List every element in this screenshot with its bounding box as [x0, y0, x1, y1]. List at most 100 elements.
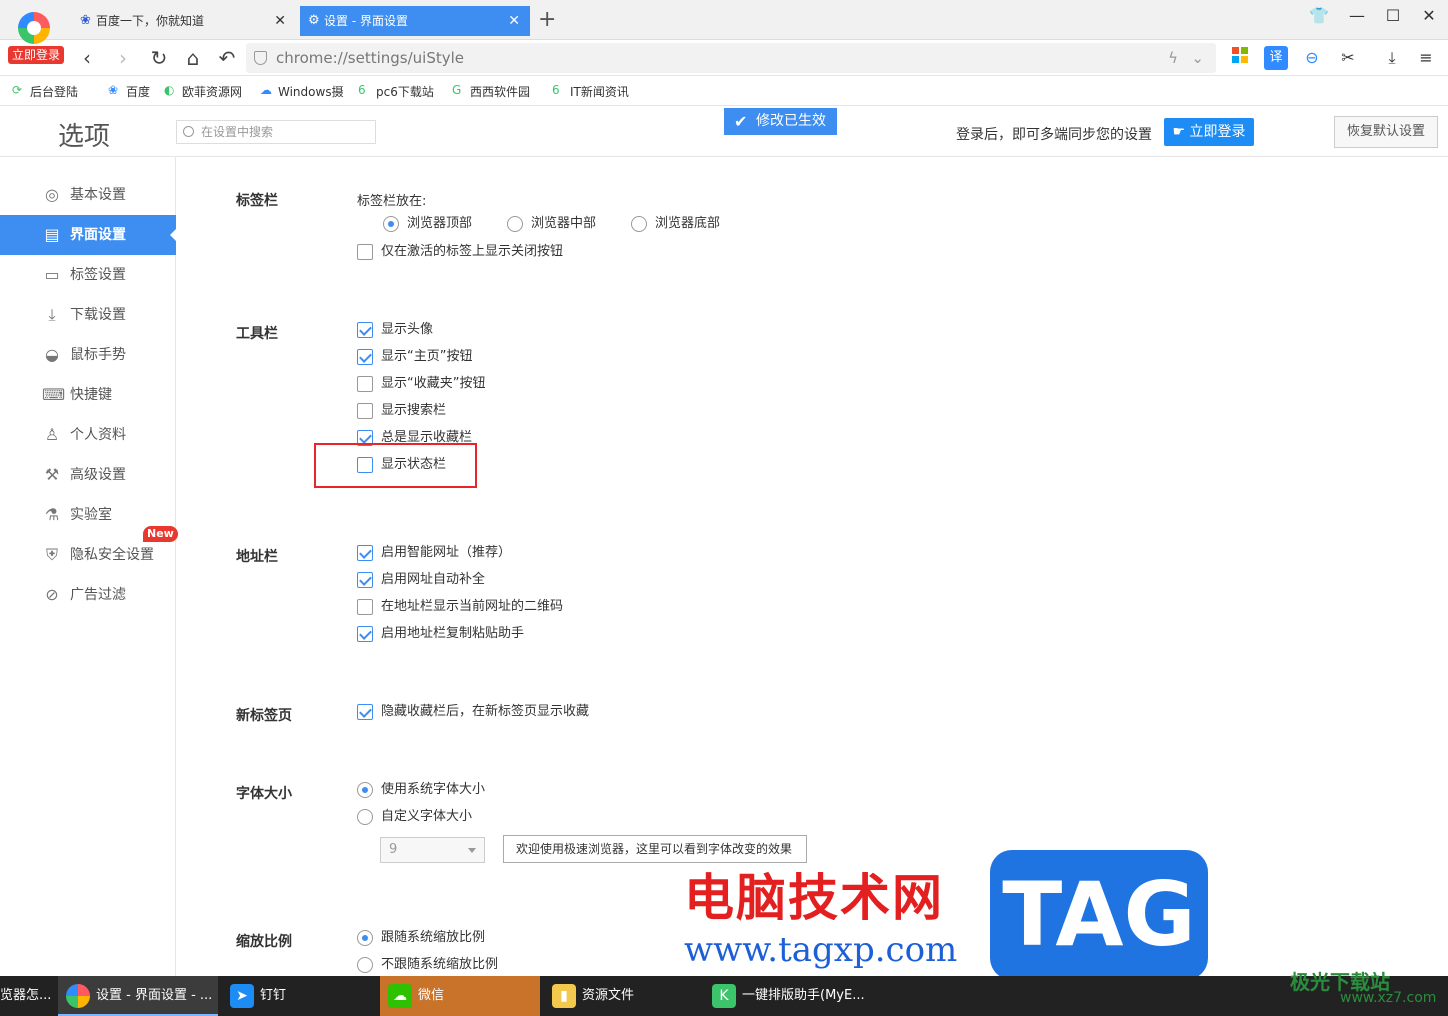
- minimize-button[interactable]: —: [1342, 6, 1372, 25]
- lightning-icon[interactable]: ϟ: [1168, 43, 1178, 73]
- section-title-addressbar: 地址栏: [236, 549, 278, 565]
- sidebar-item-adblock[interactable]: ⊘ 广告过滤: [0, 575, 176, 615]
- address-input[interactable]: chrome://settings/uiStyle ϟ ⌄: [246, 43, 1216, 73]
- radio-system-font[interactable]: 使用系统字体大小: [357, 781, 485, 801]
- settings-sidebar: ◎ 基本设置 ▤ 界面设置 ▭ 标签设置 ⤓ 下载设置 ◒ 鼠标手势 ⌨ 快捷键 ♙ 个人资料…: [0, 157, 178, 976]
- chevron-down-icon[interactable]: ⌄: [1191, 43, 1204, 73]
- radio-button[interactable]: [507, 216, 523, 232]
- sidebar-item-download[interactable]: ⤓ 下载设置: [0, 295, 176, 335]
- settings-content: 标签栏 标签栏放在: 浏览器顶部 浏览器中部 浏览器底部 仅在激活的标签上显示关…: [177, 157, 1448, 976]
- bookmark-item[interactable]: ❀ 百度: [108, 83, 150, 100]
- translate-icon[interactable]: 译: [1264, 46, 1288, 70]
- radio-tabbar-bottom[interactable]: 浏览器底部: [631, 215, 720, 235]
- undo-close-button[interactable]: ↶: [212, 44, 242, 72]
- radio-button[interactable]: [631, 216, 647, 232]
- home-button[interactable]: ⌂: [178, 44, 208, 72]
- tab-label: 百度一下，你就知道: [96, 14, 205, 28]
- radio-button[interactable]: [357, 930, 373, 946]
- option-label: 启用智能网址（推荐）: [381, 545, 512, 560]
- checkbox[interactable]: [357, 244, 373, 260]
- checkbox[interactable]: [357, 403, 373, 419]
- close-window-button[interactable]: ✕: [1414, 6, 1444, 25]
- checkbox-close-btn-active[interactable]: 仅在激活的标签上显示关闭按钮: [357, 243, 563, 263]
- settings-search-input[interactable]: 在设置中搜索: [176, 120, 376, 144]
- checkbox[interactable]: [357, 599, 373, 615]
- circle-gear-icon: ◎: [45, 185, 59, 204]
- checkbox-copy-paste-helper[interactable]: 启用地址栏复制粘贴助手: [357, 625, 524, 645]
- sidebar-item-mouse[interactable]: ◒ 鼠标手势: [0, 335, 176, 375]
- checkbox[interactable]: [357, 322, 373, 338]
- sidebar-item-profile[interactable]: ♙ 个人资料: [0, 415, 176, 455]
- forward-button[interactable]: ›: [108, 44, 138, 72]
- back-button[interactable]: ‹: [72, 44, 102, 72]
- radio-tabbar-top[interactable]: 浏览器顶部: [383, 215, 472, 235]
- taskbar-item-browser[interactable]: 设置 - 界面设置 - ...: [58, 976, 218, 1016]
- checkbox[interactable]: [357, 545, 373, 561]
- sidebar-item-shortcuts[interactable]: ⌨ 快捷键: [0, 375, 176, 415]
- login-badge[interactable]: 立即登录: [8, 46, 64, 64]
- radio-tabbar-middle[interactable]: 浏览器中部: [507, 215, 596, 235]
- checkbox[interactable]: [357, 626, 373, 642]
- radio-button[interactable]: [357, 782, 373, 798]
- sidebar-item-privacy[interactable]: ⛨ 隐私安全设置: [0, 535, 176, 575]
- section-title-newtab: 新标签页: [236, 708, 292, 724]
- reset-defaults-button[interactable]: 恢复默认设置: [1334, 116, 1438, 148]
- checkbox[interactable]: [357, 376, 373, 392]
- checkbox-show-searchbar[interactable]: 显示搜索栏: [357, 402, 446, 422]
- taskbar-item-dingtalk[interactable]: ➤ 钉钉: [222, 976, 378, 1016]
- radio-button[interactable]: [357, 957, 373, 973]
- scissors-icon[interactable]: ✂: [1336, 46, 1360, 70]
- browser-logo[interactable]: 立即登录: [6, 8, 64, 64]
- menu-icon[interactable]: ≡: [1414, 46, 1438, 70]
- checkbox-show-favorites[interactable]: 显示“收藏夹”按钮: [357, 375, 485, 395]
- option-label: 显示“收藏夹”按钮: [381, 376, 486, 391]
- checkbox-show-avatar[interactable]: 显示头像: [357, 321, 433, 341]
- radio-button[interactable]: [383, 216, 399, 232]
- taskbar-item-myeditor[interactable]: K 一键排版助手(MyE...: [704, 976, 864, 1016]
- tab-settings[interactable]: ⚙ 设置 - 界面设置 ✕: [300, 6, 530, 36]
- bookmark-item[interactable]: G 西西软件园: [452, 83, 530, 100]
- flask-icon: ⚗: [44, 505, 60, 524]
- checkbox-smart-url[interactable]: 启用智能网址（推荐）: [357, 544, 511, 564]
- adblock-icon[interactable]: ⊖: [1300, 46, 1324, 70]
- checkbox-url-qrcode[interactable]: 在地址栏显示当前网址的二维码: [357, 598, 563, 618]
- reload-button[interactable]: ↻: [144, 44, 174, 72]
- checkbox[interactable]: [357, 704, 373, 720]
- close-icon[interactable]: ✕: [274, 6, 286, 36]
- check-icon: ✔: [734, 112, 748, 131]
- skin-icon[interactable]: 👕: [1304, 6, 1334, 25]
- sidebar-item-label: 广告过滤: [70, 587, 126, 603]
- bookmark-item[interactable]: 6 IT新闻资讯: [552, 83, 629, 100]
- font-size-select[interactable]: 9: [380, 837, 485, 863]
- bookmark-item[interactable]: ⟳ 后台登陆: [12, 83, 78, 100]
- bookmark-item[interactable]: 6 pc6下载站: [358, 83, 434, 100]
- bookmark-item[interactable]: ◐ 欧菲资源网: [164, 83, 242, 100]
- apps-icon[interactable]: [1228, 46, 1252, 70]
- checkbox-show-home[interactable]: 显示“主页”按钮: [357, 348, 472, 368]
- taskbar-item-folder[interactable]: ▮ 资源文件: [544, 976, 700, 1016]
- taskbar-item-wechat[interactable]: ☁ 微信: [380, 976, 540, 1016]
- checkbox-newtab-favorites[interactable]: 隐藏收藏栏后，在新标签页显示收藏: [357, 703, 589, 723]
- new-tab-button[interactable]: +: [538, 6, 556, 34]
- bookmark-item[interactable]: ☁ Windows摄: [260, 83, 344, 100]
- download-icon[interactable]: ⤓: [1380, 46, 1404, 70]
- checkbox[interactable]: [357, 349, 373, 365]
- maximize-button[interactable]: ☐: [1378, 6, 1408, 25]
- sidebar-item-basic[interactable]: ◎ 基本设置: [0, 175, 176, 215]
- checkbox-url-autocomplete[interactable]: 启用网址自动补全: [357, 571, 485, 591]
- close-icon[interactable]: ✕: [508, 6, 520, 36]
- sidebar-item-tabs[interactable]: ▭ 标签设置: [0, 255, 176, 295]
- sidebar-item-advanced[interactable]: ⚒ 高级设置: [0, 455, 176, 495]
- sidebar-item-ui[interactable]: ▤ 界面设置: [0, 215, 176, 255]
- radio-custom-font[interactable]: 自定义字体大小: [357, 808, 472, 828]
- option-label: 启用网址自动补全: [381, 572, 486, 587]
- taskbar-label: 微信: [418, 988, 445, 1003]
- radio-button[interactable]: [357, 809, 373, 825]
- watermark-text: 电脑技术网: [684, 868, 944, 927]
- taskbar-item[interactable]: 览器怎...: [0, 976, 56, 1016]
- tab-baidu[interactable]: ❀ 百度一下，你就知道 ✕: [72, 6, 296, 36]
- radio-follow-system-zoom[interactable]: 跟随系统缩放比例: [357, 929, 485, 949]
- radio-custom-zoom[interactable]: 不跟随系统缩放比例: [357, 956, 498, 976]
- login-button[interactable]: ☛ 立即登录: [1164, 118, 1254, 146]
- checkbox[interactable]: [357, 572, 373, 588]
